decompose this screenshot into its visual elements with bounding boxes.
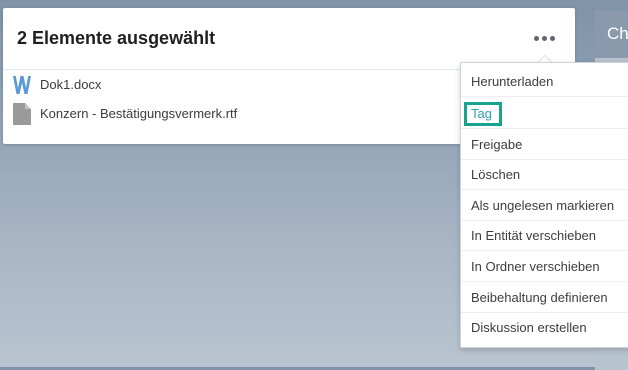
word-document-icon	[13, 76, 31, 94]
more-horizontal-icon-dot	[549, 35, 555, 41]
actions-menu: Herunterladen Tag Freigabe Löschen Als u…	[460, 62, 628, 348]
selection-title: 2 Elemente ausgewählt	[17, 28, 216, 48]
menu-item-move-to-entity[interactable]: In Entität verschieben	[461, 221, 628, 251]
menu-item-tag[interactable]: Tag	[461, 99, 628, 129]
generic-file-icon	[13, 103, 31, 125]
menu-item-create-discussion[interactable]: Diskussion erstellen	[461, 313, 628, 343]
more-horizontal-icon-dot	[541, 35, 547, 41]
file-name: Dok1.docx	[40, 77, 102, 92]
more-options-button[interactable]	[529, 26, 559, 50]
selection-header: 2 Elemente ausgewählt	[3, 8, 575, 70]
menu-item-mark-unread[interactable]: Als ungelesen markieren	[461, 191, 628, 221]
menu-item-move-to-folder[interactable]: In Ordner verschieben	[461, 252, 628, 282]
menu-item-tag-label: Tag	[471, 106, 492, 121]
menu-item-share[interactable]: Freigabe	[461, 130, 628, 160]
right-panel-header: Ch	[595, 10, 628, 58]
more-horizontal-icon	[533, 35, 539, 41]
menu-item-define-retention[interactable]: Beibehaltung definieren	[461, 283, 628, 313]
file-name: Konzern - Bestätigungsvermerk.rtf	[40, 106, 238, 121]
menu-item-delete[interactable]: Löschen	[461, 160, 628, 190]
menu-item-download[interactable]: Herunterladen	[461, 67, 628, 97]
